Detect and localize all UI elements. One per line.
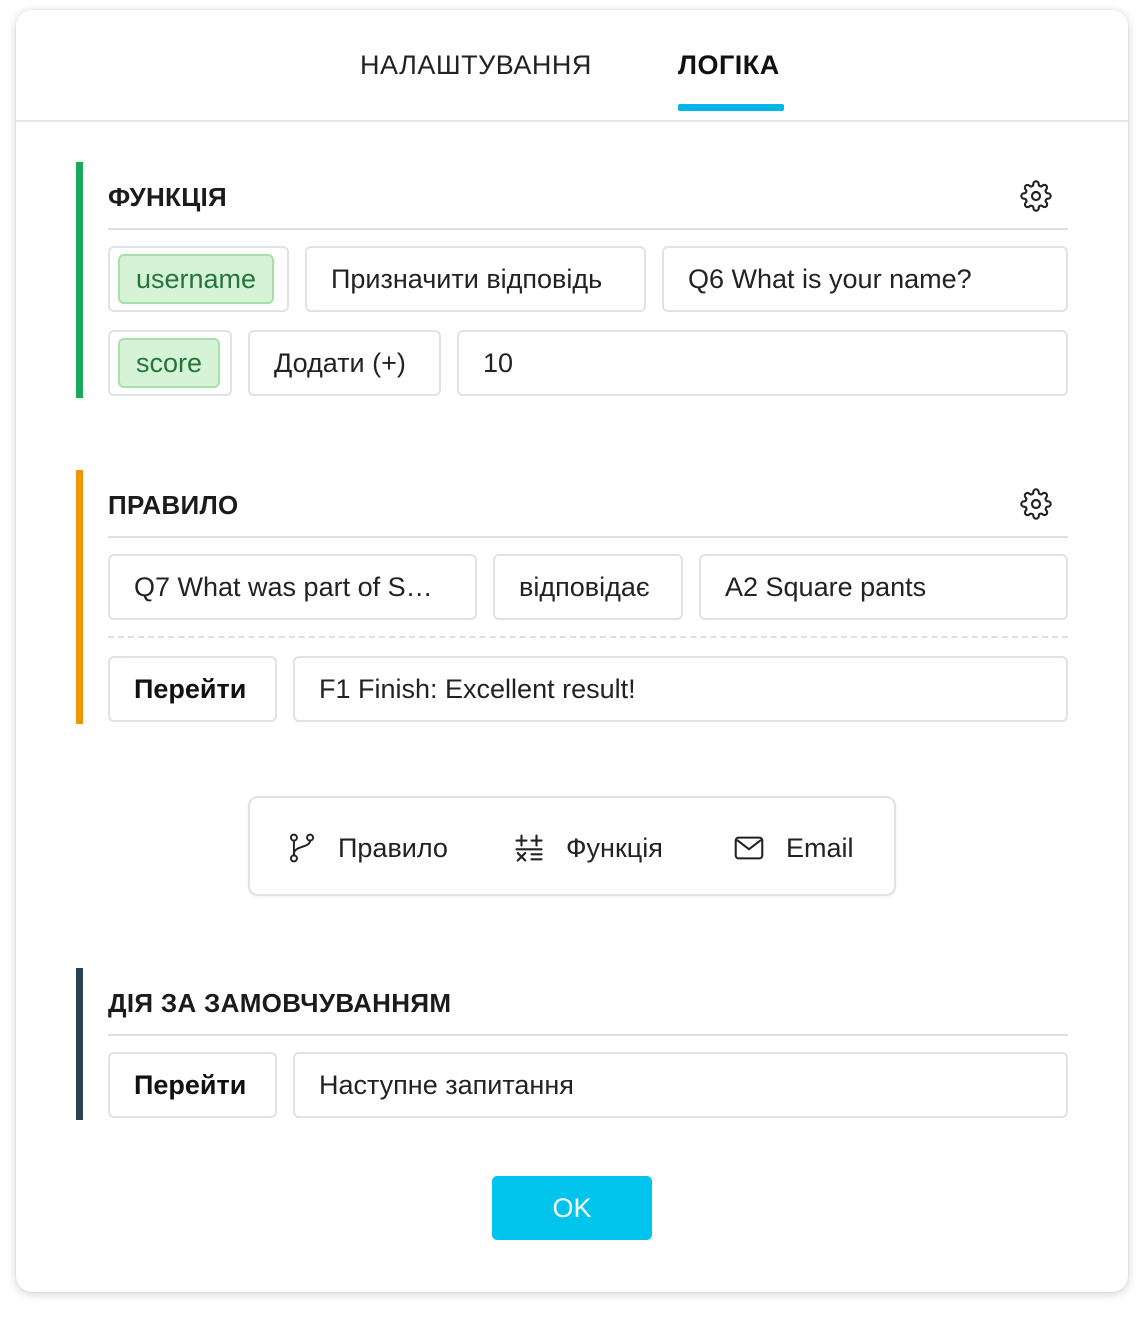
branch-icon: [289, 833, 315, 863]
question-select[interactable]: Q7 What was part of S…: [108, 554, 477, 620]
default-action-section: ДІЯ ЗА ЗАМОВЧУВАННЯМ Перейти Наступне за…: [76, 968, 1068, 1120]
default-action-type-select[interactable]: Перейти: [108, 1052, 277, 1118]
variable-select[interactable]: score: [108, 330, 232, 396]
calculator-icon: [515, 834, 543, 862]
action-target-select[interactable]: F1 Finish: Excellent result!: [293, 656, 1068, 722]
default-divider: [108, 1034, 1068, 1036]
ok-button[interactable]: OK: [492, 1176, 652, 1240]
gear-icon[interactable]: [1020, 488, 1052, 520]
function-section: ФУНКЦІЯ username Призначити відповідь Q6…: [76, 162, 1068, 398]
function-divider: [108, 228, 1068, 230]
add-email-label: Email: [786, 832, 854, 863]
default-accent-bar: [76, 968, 83, 1120]
function-accent-bar: [76, 162, 83, 398]
variable-select[interactable]: username: [108, 246, 289, 312]
tab-settings[interactable]: НАЛАШТУВАННЯ: [360, 50, 592, 81]
variable-tag: score: [118, 338, 221, 388]
question-label: Q7 What was part of S…: [134, 572, 433, 602]
rule-section-title: ПРАВИЛО: [108, 490, 239, 520]
operation-select[interactable]: Додати (+): [248, 330, 441, 396]
answer-select[interactable]: A2 Square pants: [699, 554, 1068, 620]
add-function-label: Функція: [566, 832, 663, 863]
add-email-button[interactable]: Email: [734, 828, 854, 868]
value-select[interactable]: Q6 What is your name?: [662, 246, 1068, 312]
function-section-title: ФУНКЦІЯ: [108, 182, 228, 212]
rule-accent-bar: [76, 470, 83, 724]
operator-select[interactable]: відповідає: [493, 554, 683, 620]
rule-dashed-separator: [108, 636, 1068, 638]
action-type-select[interactable]: Перейти: [108, 656, 277, 722]
envelope-icon: [734, 836, 764, 860]
operation-select[interactable]: Призначити відповідь: [305, 246, 646, 312]
tab-bar: НАЛАШТУВАННЯ ЛОГІКА: [16, 10, 1128, 122]
add-logic-bar: Правило Функція Email: [248, 796, 896, 896]
add-rule-button[interactable]: Правило: [288, 828, 448, 868]
default-action-target-select[interactable]: Наступне запитання: [293, 1052, 1068, 1118]
logic-dialog: НАЛАШТУВАННЯ ЛОГІКА ФУНКЦІЯ username При…: [16, 10, 1128, 1292]
add-rule-label: Правило: [338, 832, 448, 863]
rule-section: ПРАВИЛО Q7 What was part of S… відповіда…: [76, 470, 1068, 724]
tab-logic[interactable]: ЛОГІКА: [678, 50, 780, 81]
variable-tag: username: [118, 254, 275, 304]
value-input[interactable]: 10: [457, 330, 1068, 396]
rule-divider: [108, 536, 1068, 538]
default-section-title: ДІЯ ЗА ЗАМОВЧУВАННЯМ: [108, 988, 452, 1018]
add-function-button[interactable]: Функція: [514, 828, 663, 868]
gear-icon[interactable]: [1020, 180, 1052, 212]
active-tab-indicator: [678, 104, 784, 111]
